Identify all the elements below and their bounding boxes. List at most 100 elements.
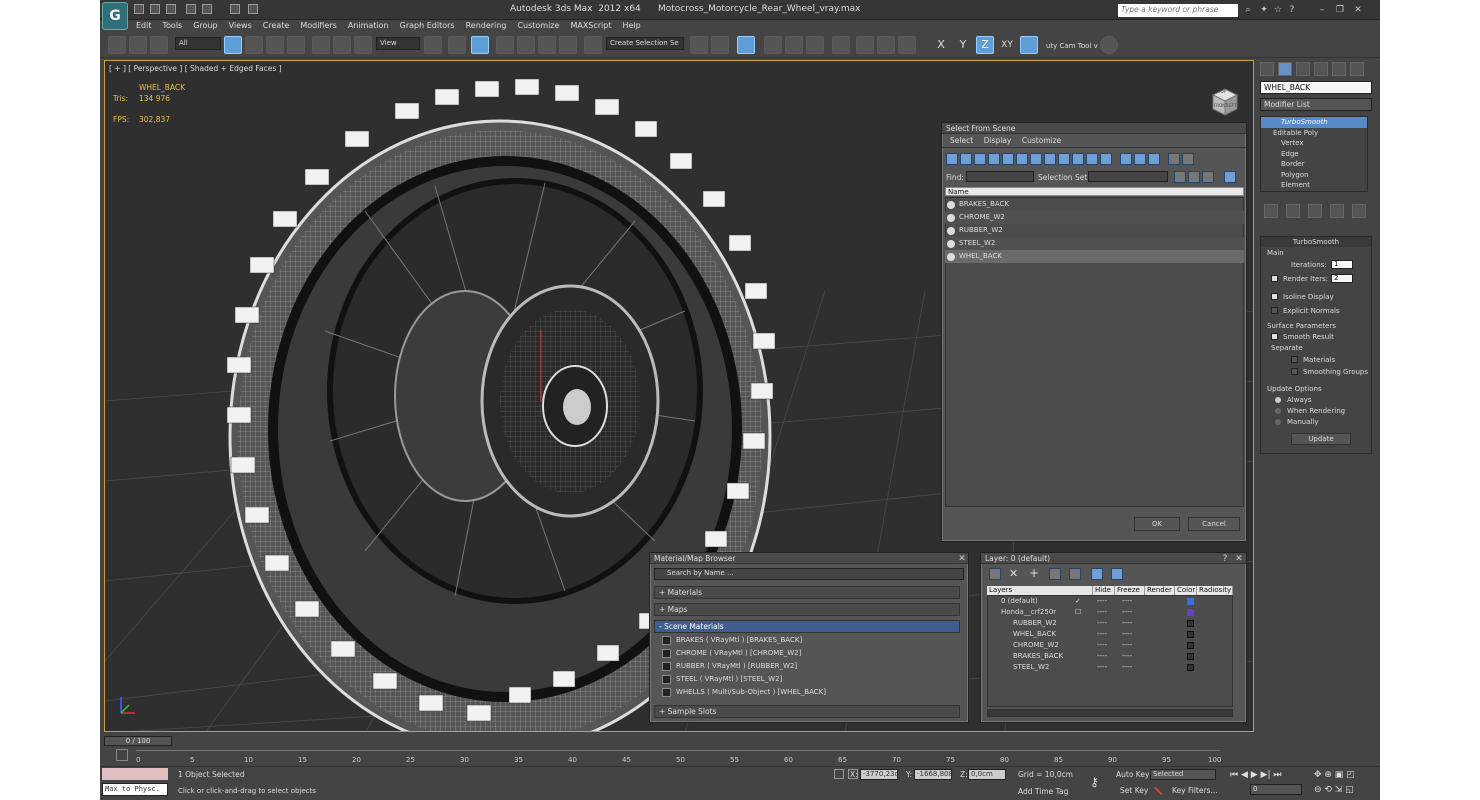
spinner-snap-icon[interactable]	[559, 36, 577, 54]
add-to-layer-icon[interactable]: +	[1029, 567, 1041, 580]
list-item-selected[interactable]: WHEL_BACK	[945, 250, 1244, 263]
select-none-icon[interactable]	[1188, 171, 1200, 183]
rendered-frame-window-icon[interactable]	[877, 36, 895, 54]
material-editor-icon[interactable]	[832, 36, 850, 54]
list-item[interactable]: STEEL_W2	[945, 237, 1244, 250]
pin-stack-icon[interactable]	[1264, 204, 1278, 218]
axis-y-button[interactable]: Y	[954, 36, 972, 54]
viewport-nav-controls-2[interactable]: ⊖ ⟲ ⇲ ◱	[1314, 785, 1354, 795]
align-icon[interactable]	[711, 36, 729, 54]
layer-row[interactable]: Honda__crf250r ☐ ---- ----	[987, 607, 1231, 618]
helpers-filter-icon[interactable]	[1002, 153, 1014, 165]
object-row[interactable]: BRAKES_BACK ---- ----	[987, 651, 1231, 662]
menu-tools[interactable]: Tools	[163, 20, 183, 32]
z-coordinate-field[interactable]: 0,0cm	[968, 769, 1006, 780]
display-tab-icon[interactable]	[1332, 62, 1346, 76]
object-row[interactable]: CHROME_W2 ---- ----	[987, 640, 1231, 651]
lock-selection-icon[interactable]	[834, 769, 844, 779]
redo-icon[interactable]	[202, 4, 212, 14]
current-frame-field[interactable]: 0	[1250, 784, 1302, 795]
minimize-icon[interactable]: –	[1316, 4, 1328, 16]
layer-manager-icon[interactable]	[737, 36, 755, 54]
pivot-center-icon[interactable]	[424, 36, 442, 54]
named-selection-set-dropdown[interactable]: Create Selection Se	[606, 37, 684, 50]
maxscript-input[interactable]: Max to Physc.	[102, 783, 168, 796]
restore-icon[interactable]: ❐	[1334, 4, 1346, 16]
create-layer-icon[interactable]	[989, 568, 1001, 580]
object-name-field[interactable]: WHEL_BACK	[1260, 81, 1372, 94]
keyboard-shortcut-toggle-icon[interactable]	[471, 36, 489, 54]
close-icon[interactable]: ✕	[956, 553, 968, 565]
menu-views[interactable]: Views	[229, 20, 252, 32]
delete-layer-icon[interactable]: ✕	[1009, 568, 1021, 580]
close-icon[interactable]: ✕	[1233, 553, 1245, 565]
modify-tab-icon[interactable]	[1278, 62, 1292, 76]
always-radio[interactable]	[1275, 397, 1281, 403]
highlight-selected-icon[interactable]	[1069, 568, 1081, 580]
update-button[interactable]: Update	[1291, 433, 1351, 445]
shapes-filter-icon[interactable]	[960, 153, 972, 165]
object-row[interactable]: STEEL_W2 ---- ----	[987, 662, 1231, 673]
ok-button[interactable]: OK	[1134, 517, 1180, 531]
select-object-icon[interactable]	[224, 36, 242, 54]
lights-filter-icon[interactable]	[974, 153, 986, 165]
layer-color-swatch[interactable]	[1187, 631, 1194, 638]
key-mode-dropdown[interactable]: Selected	[1150, 769, 1216, 780]
explicit-normals-checkbox[interactable]	[1271, 307, 1278, 314]
snaps-toggle-icon[interactable]	[496, 36, 514, 54]
rotate-icon[interactable]	[333, 36, 351, 54]
stack-item-edge[interactable]: Edge	[1261, 149, 1367, 160]
close-icon[interactable]: ✕	[1352, 4, 1364, 16]
favorites-icon[interactable]: ☆	[1272, 4, 1284, 16]
maps-group[interactable]: + Maps	[654, 603, 960, 616]
key-icon[interactable]: ⚷	[1090, 775, 1099, 789]
selection-filter-dropdown[interactable]: All	[175, 37, 221, 50]
unlink-icon[interactable]	[129, 36, 147, 54]
frame-ruler[interactable]: 0 5 10 15 20 25 30 35 40 45 50 55 60 65 …	[136, 750, 1221, 764]
help-icon[interactable]: ?	[1286, 4, 1298, 16]
stack-item-element[interactable]: Element	[1261, 180, 1367, 191]
containers-filter-icon[interactable]	[1072, 153, 1084, 165]
rollout-title[interactable]: TurboSmooth	[1261, 237, 1371, 247]
select-highlighted-icon[interactable]	[1049, 568, 1061, 580]
modifier-list-dropdown[interactable]: Modifier List	[1260, 98, 1372, 111]
manually-radio[interactable]	[1275, 419, 1281, 425]
menu-animation[interactable]: Animation	[348, 20, 389, 32]
list-item[interactable]: BRAKES_BACK	[945, 198, 1244, 211]
auto-key-button[interactable]: Auto Key	[1116, 770, 1149, 779]
sample-slots-group[interactable]: + Sample Slots	[654, 705, 960, 718]
menu-rendering[interactable]: Rendering	[466, 20, 507, 32]
find-input[interactable]	[966, 171, 1034, 182]
window-crossing-icon[interactable]	[287, 36, 305, 54]
quick-access-dropdown-icon[interactable]	[248, 4, 258, 14]
layer-color-swatch[interactable]	[1187, 653, 1194, 660]
add-time-tag[interactable]: Add Time Tag	[1018, 787, 1068, 796]
material-item[interactable]: CHROME ( VRayMtl ) [CHROME_W2]	[660, 647, 955, 660]
graphite-ribbon-icon[interactable]	[764, 36, 782, 54]
app-logo-button[interactable]: G	[102, 2, 128, 30]
project-folder-icon[interactable]	[230, 4, 240, 14]
freeze-all-layers-icon[interactable]	[1111, 568, 1123, 580]
bind-space-warp-icon[interactable]	[150, 36, 168, 54]
search-materials-input[interactable]: Search by Name ...	[654, 568, 964, 580]
schematic-view-icon[interactable]	[806, 36, 824, 54]
y-coordinate-field[interactable]: -1668,808	[914, 769, 953, 780]
display-invert-icon[interactable]	[1148, 153, 1160, 165]
maxscript-listener-mini[interactable]	[102, 768, 168, 780]
angle-snap-icon[interactable]	[517, 36, 535, 54]
space-warps-filter-icon[interactable]	[1016, 153, 1028, 165]
object-row[interactable]: RUBBER_W2 ---- ----	[987, 618, 1231, 629]
menu-create[interactable]: Create	[263, 20, 290, 32]
display-all-icon[interactable]	[1120, 153, 1132, 165]
material-item[interactable]: BRAKES ( VRayMtl ) [BRAKES_BACK]	[660, 634, 955, 647]
browser-title[interactable]: Material/Map Browser	[650, 553, 968, 564]
viewcube[interactable]: TOP FRONT LEFT	[1205, 83, 1239, 117]
open-icon[interactable]	[150, 4, 160, 14]
reference-coordinate-dropdown[interactable]: View	[376, 37, 420, 50]
select-invert-icon[interactable]	[1202, 171, 1214, 183]
hidden-filter-icon[interactable]	[1100, 153, 1112, 165]
menu-graph-editors[interactable]: Graph Editors	[400, 20, 455, 32]
set-key-button[interactable]: Set Key	[1120, 786, 1148, 795]
cameras-filter-icon[interactable]	[988, 153, 1000, 165]
scene-materials-group[interactable]: - Scene Materials	[654, 620, 960, 633]
